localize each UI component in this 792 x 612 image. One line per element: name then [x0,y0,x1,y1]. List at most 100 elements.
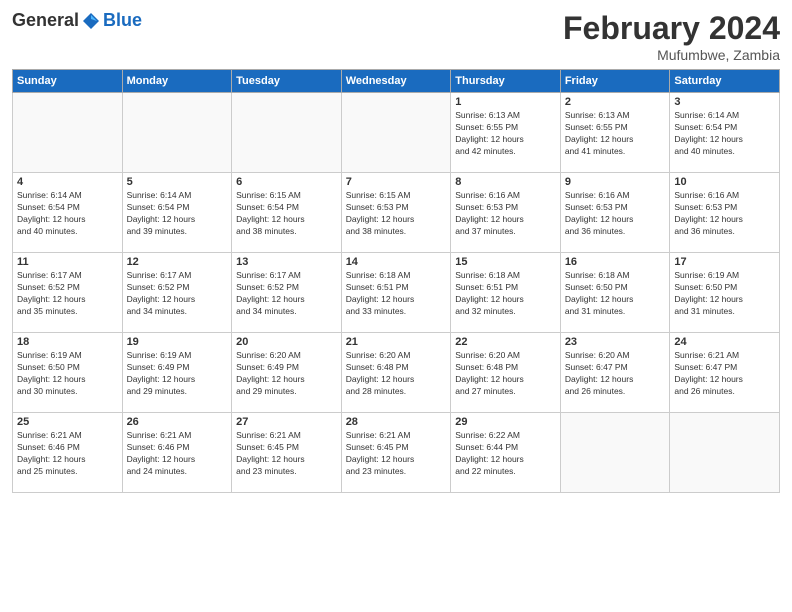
location: Mufumbwe, Zambia [563,47,780,63]
day-info: Sunrise: 6:13 AM Sunset: 6:55 PM Dayligh… [565,110,666,158]
day-info: Sunrise: 6:17 AM Sunset: 6:52 PM Dayligh… [236,270,337,318]
day-info: Sunrise: 6:21 AM Sunset: 6:46 PM Dayligh… [17,430,118,478]
calendar-week-4: 25Sunrise: 6:21 AM Sunset: 6:46 PM Dayli… [13,413,780,493]
table-row: 29 Sunrise: 6:22 AM Sunset: 6:44 PM Dayli… [451,413,561,493]
day-info: Sunrise: 6:18 AM Sunset: 6:51 PM Dayligh… [346,270,447,318]
table-row: 15 Sunrise: 6:18 AM Sunset: 6:51 PM Dayli… [451,253,561,333]
col-friday: Friday [560,70,670,93]
day-number: 14 [346,256,447,268]
day-info: Sunrise: 6:20 AM Sunset: 6:48 PM Dayligh… [455,350,556,398]
day-number: 20 [236,336,337,348]
table-row: 27Sunrise: 6:21 AM Sunset: 6:45 PM Dayli… [232,413,342,493]
day-info: Sunrise: 6:18 AM Sunset: 6:51 PM Dayligh… [455,270,556,318]
day-info: Sunrise: 6:17 AM Sunset: 6:52 PM Dayligh… [17,270,118,318]
table-row: 2 Sunrise: 6:13 AM Sunset: 6:55 PM Daylig… [560,93,670,173]
table-row: 17 Sunrise: 6:19 AM Sunset: 6:50 PM Dayli… [670,253,780,333]
table-row: 5 Sunrise: 6:14 AM Sunset: 6:54 PM Daylig… [122,173,232,253]
logo-blue-text: Blue [103,10,142,31]
header: General Blue February 2024 Mufumbwe, Zam… [12,10,780,63]
table-row: 23Sunrise: 6:20 AM Sunset: 6:47 PM Dayli… [560,333,670,413]
day-info: Sunrise: 6:19 AM Sunset: 6:49 PM Dayligh… [127,350,228,398]
header-row: Sunday Monday Tuesday Wednesday Thursday… [13,70,780,93]
day-number: 18 [17,336,118,348]
day-number: 24 [674,336,775,348]
table-row: 8 Sunrise: 6:16 AM Sunset: 6:53 PM Daylig… [451,173,561,253]
table-row: 21 Sunrise: 6:20 AM Sunset: 6:48 PM Dayli… [341,333,451,413]
day-number: 1 [455,96,556,108]
day-number: 5 [127,176,228,188]
table-row: 28 Sunrise: 6:21 AM Sunset: 6:45 PM Dayli… [341,413,451,493]
day-info: Sunrise: 6:19 AM Sunset: 6:50 PM Dayligh… [17,350,118,398]
calendar-week-3: 18 Sunrise: 6:19 AM Sunset: 6:50 PM Dayli… [13,333,780,413]
calendar-week-0: 1 Sunrise: 6:13 AM Sunset: 6:55 PM Daylig… [13,93,780,173]
day-number: 19 [127,336,228,348]
table-row: 12 Sunrise: 6:17 AM Sunset: 6:52 PM Dayli… [122,253,232,333]
table-row: 13 Sunrise: 6:17 AM Sunset: 6:52 PM Dayli… [232,253,342,333]
day-number: 26 [127,416,228,428]
day-info: Sunrise: 6:20 AM Sunset: 6:48 PM Dayligh… [346,350,447,398]
day-info: Sunrise: 6:18 AM Sunset: 6:50 PM Dayligh… [565,270,666,318]
day-number: 7 [346,176,447,188]
table-row: 19 Sunrise: 6:19 AM Sunset: 6:49 PM Dayli… [122,333,232,413]
logo: General Blue [12,10,142,31]
col-sunday: Sunday [13,70,123,93]
col-tuesday: Tuesday [232,70,342,93]
day-info: Sunrise: 6:13 AM Sunset: 6:55 PM Dayligh… [455,110,556,158]
day-number: 3 [674,96,775,108]
day-number: 13 [236,256,337,268]
day-info: Sunrise: 6:16 AM Sunset: 6:53 PM Dayligh… [674,190,775,238]
calendar-week-1: 4 Sunrise: 6:14 AM Sunset: 6:54 PM Daylig… [13,173,780,253]
table-row: 24 Sunrise: 6:21 AM Sunset: 6:47 PM Dayli… [670,333,780,413]
day-info: Sunrise: 6:19 AM Sunset: 6:50 PM Dayligh… [674,270,775,318]
table-row: 18 Sunrise: 6:19 AM Sunset: 6:50 PM Dayli… [13,333,123,413]
day-number: 22 [455,336,556,348]
day-number: 15 [455,256,556,268]
table-row: 1 Sunrise: 6:13 AM Sunset: 6:55 PM Daylig… [451,93,561,173]
day-info: Sunrise: 6:21 AM Sunset: 6:46 PM Dayligh… [127,430,228,478]
month-title: February 2024 [563,10,780,47]
day-info: Sunrise: 6:21 AM Sunset: 6:47 PM Dayligh… [674,350,775,398]
table-row [560,413,670,493]
calendar: Sunday Monday Tuesday Wednesday Thursday… [12,69,780,493]
day-number: 17 [674,256,775,268]
day-number: 29 [455,416,556,428]
day-number: 23 [565,336,666,348]
table-row: 14 Sunrise: 6:18 AM Sunset: 6:51 PM Dayli… [341,253,451,333]
day-number: 9 [565,176,666,188]
day-number: 4 [17,176,118,188]
day-info: Sunrise: 6:22 AM Sunset: 6:44 PM Dayligh… [455,430,556,478]
day-number: 28 [346,416,447,428]
table-row: 22 Sunrise: 6:20 AM Sunset: 6:48 PM Dayli… [451,333,561,413]
table-row: 26 Sunrise: 6:21 AM Sunset: 6:46 PM Dayli… [122,413,232,493]
day-info: Sunrise: 6:16 AM Sunset: 6:53 PM Dayligh… [455,190,556,238]
table-row [232,93,342,173]
col-wednesday: Wednesday [341,70,451,93]
table-row: 16 Sunrise: 6:18 AM Sunset: 6:50 PM Dayli… [560,253,670,333]
day-info: Sunrise: 6:17 AM Sunset: 6:52 PM Dayligh… [127,270,228,318]
day-info: Sunrise: 6:20 AM Sunset: 6:49 PM Dayligh… [236,350,337,398]
logo-general-text: General [12,10,79,31]
table-row: 25Sunrise: 6:21 AM Sunset: 6:46 PM Dayli… [13,413,123,493]
day-info: Sunrise: 6:14 AM Sunset: 6:54 PM Dayligh… [127,190,228,238]
col-thursday: Thursday [451,70,561,93]
day-number: 10 [674,176,775,188]
table-row: 20 Sunrise: 6:20 AM Sunset: 6:49 PM Dayli… [232,333,342,413]
day-number: 2 [565,96,666,108]
day-number: 8 [455,176,556,188]
day-number: 16 [565,256,666,268]
day-number: 27 [236,416,337,428]
calendar-week-2: 11 Sunrise: 6:17 AM Sunset: 6:52 PM Dayli… [13,253,780,333]
col-monday: Monday [122,70,232,93]
table-row: 9 Sunrise: 6:16 AM Sunset: 6:53 PM Daylig… [560,173,670,253]
table-row [341,93,451,173]
title-section: February 2024 Mufumbwe, Zambia [563,10,780,63]
table-row: 3Sunrise: 6:14 AM Sunset: 6:54 PM Daylig… [670,93,780,173]
day-info: Sunrise: 6:16 AM Sunset: 6:53 PM Dayligh… [565,190,666,238]
table-row: 6Sunrise: 6:15 AM Sunset: 6:54 PM Daylig… [232,173,342,253]
table-row: 4Sunrise: 6:14 AM Sunset: 6:54 PM Daylig… [13,173,123,253]
day-number: 12 [127,256,228,268]
table-row: 7Sunrise: 6:15 AM Sunset: 6:53 PM Daylig… [341,173,451,253]
day-number: 21 [346,336,447,348]
day-info: Sunrise: 6:21 AM Sunset: 6:45 PM Dayligh… [346,430,447,478]
day-number: 11 [17,256,118,268]
